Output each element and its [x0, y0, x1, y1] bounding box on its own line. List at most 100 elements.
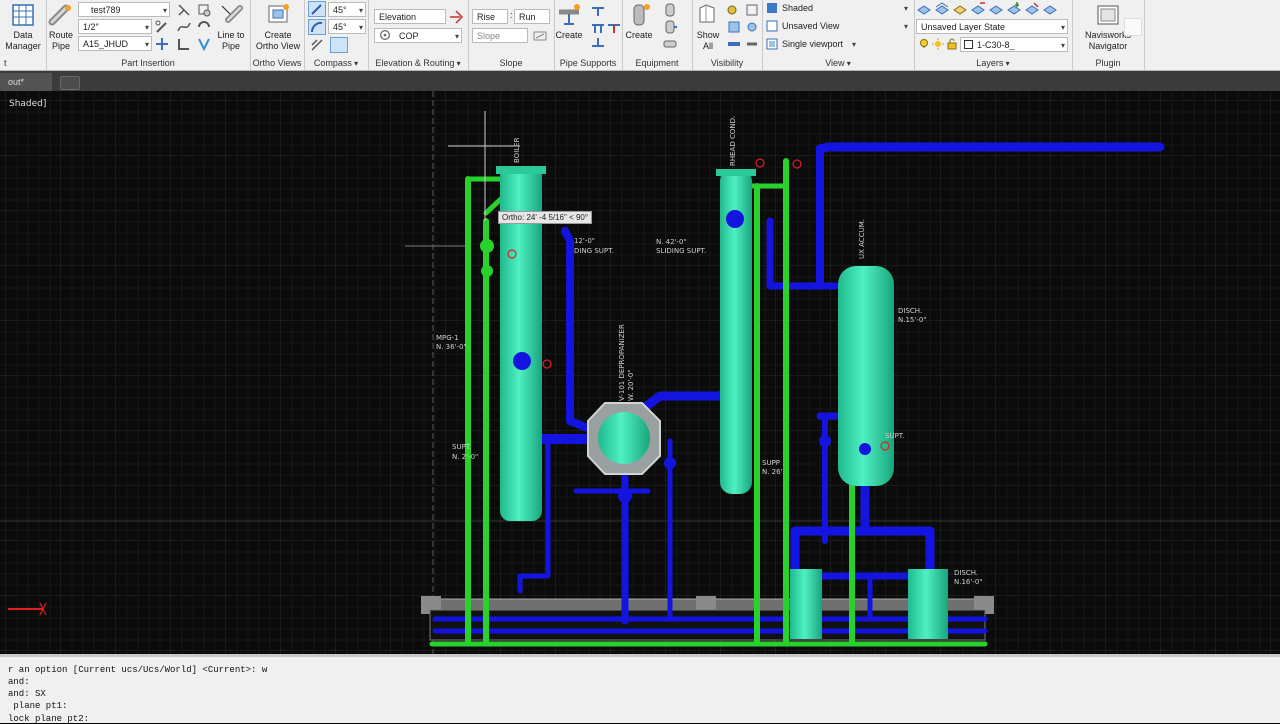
panel-label-elevation-routing[interactable]: Elevation & Routing: [368, 58, 468, 68]
panel-ortho-views: Create Ortho View Ortho Views: [250, 0, 305, 70]
support-tool-a-icon[interactable]: [590, 2, 606, 18]
drawing-viewport[interactable]: BOILER RHEAD COND. V-101 DEPROPANIZER W.…: [0, 91, 1280, 654]
viewport-combo[interactable]: Single viewport: [778, 37, 858, 52]
tag-combo[interactable]: A15_JHUD: [78, 36, 152, 51]
document-tab[interactable]: out*: [0, 73, 52, 91]
layer-a-icon[interactable]: [916, 1, 932, 17]
command-line-history[interactable]: r an option [Current ucs/Ucs/World] <Cur…: [0, 654, 1280, 724]
layer-f-icon[interactable]: [1006, 1, 1022, 17]
visual-style-label[interactable]: Shaded]: [9, 99, 46, 109]
size-edit-icon[interactable]: [154, 19, 170, 35]
layer-b-icon[interactable]: [934, 1, 950, 17]
rise-input[interactable]: Rise: [472, 9, 508, 24]
layer-g-icon[interactable]: [1024, 1, 1040, 17]
compass-toggle-b[interactable]: [308, 19, 326, 35]
visibility-b-icon[interactable]: [726, 19, 742, 35]
label-ding-supt: DING SUPT.: [574, 247, 614, 255]
spec-combo[interactable]: test789: [78, 2, 170, 17]
panel-label-compass[interactable]: Compass: [304, 58, 368, 68]
pipe-support-icon: [559, 4, 580, 25]
layer-c-icon[interactable]: [952, 1, 968, 17]
panel-visibility: Show All Visibility: [692, 0, 763, 70]
label-n42b: 12'-0": [574, 237, 595, 245]
data-manager-icon: [12, 4, 34, 26]
label-boiler: BOILER: [513, 137, 521, 163]
layer-e-icon[interactable]: [988, 1, 1004, 17]
visibility-a-icon[interactable]: [726, 2, 742, 18]
visual-style-combo[interactable]: Shaded: [778, 1, 910, 16]
compass-c-icon[interactable]: [309, 37, 325, 53]
viewport-config-icon: [766, 38, 778, 50]
label-depropanizer: V-101 DEPROPANIZER: [618, 324, 626, 401]
layer-h-icon[interactable]: [1042, 1, 1058, 17]
panel-elevation-routing: Elevation COP Elevation & Routing: [368, 0, 469, 70]
equipment-tool-b-icon[interactable]: [662, 19, 678, 35]
cop-icon: [379, 29, 391, 41]
show-all-icon: [699, 4, 715, 23]
layer-color-swatch: [964, 40, 973, 49]
data-manager-button[interactable]: Data Manager: [2, 2, 44, 52]
compass-toggle-a[interactable]: [308, 1, 326, 17]
panel-label-visibility: Visibility: [710, 58, 744, 68]
label-supt: SUPT.: [452, 443, 471, 451]
panel-label-ortho-views: Ortho Views: [252, 58, 302, 68]
create-ortho-view-button[interactable]: Create Ortho View: [255, 2, 301, 52]
navisworks-icon: [1097, 5, 1119, 25]
panel-part-insertion: Route Pipe test789 1/2" A15_JHUD Line to…: [46, 0, 251, 70]
visibility-d-icon[interactable]: [744, 2, 760, 18]
equipment-icon: [633, 4, 650, 26]
tool-e-icon[interactable]: [176, 36, 192, 52]
visibility-c-icon[interactable]: [726, 36, 742, 52]
run-input[interactable]: Run: [514, 9, 550, 24]
support-tool-c-icon[interactable]: [590, 36, 606, 52]
show-all-label: Show All: [696, 30, 720, 51]
layer-d-icon[interactable]: [970, 1, 986, 17]
new-tab-button[interactable]: [60, 76, 80, 90]
compass-angle2-combo[interactable]: 45°: [328, 19, 366, 34]
command-history-line: lock plane pt2:: [8, 714, 90, 724]
panel-label-view[interactable]: View: [762, 58, 914, 68]
panel-label-pipe-supports: Pipe Supports: [559, 58, 617, 68]
current-layer-combo[interactable]: 1-C30-8_: [960, 37, 1068, 52]
visibility-f-icon[interactable]: [744, 36, 760, 52]
panel-slope: Rise : Run Slope Slope: [468, 0, 555, 70]
slope-pick-icon[interactable]: [532, 28, 548, 44]
model-canvas[interactable]: BOILER RHEAD COND. V-101 DEPROPANIZER W.…: [0, 91, 1280, 654]
label-disch1: DISCH.: [898, 307, 922, 315]
data-manager-label: Data Manager: [5, 30, 41, 51]
tag-edit-icon[interactable]: [154, 36, 170, 52]
label-accum: UX ACCUM.: [858, 219, 866, 259]
panel-label-layers[interactable]: Layers: [914, 58, 1072, 68]
equipment-tool-a-icon[interactable]: [662, 2, 678, 18]
create-equipment-button[interactable]: Create: [619, 2, 659, 41]
command-history-line: and:: [8, 677, 30, 687]
create-pipe-support-label: Create: [555, 30, 583, 40]
compass-angle1-combo[interactable]: 45°: [328, 2, 366, 17]
route-pipe-button[interactable]: Route Pipe: [40, 2, 82, 52]
panel-label-home: t: [4, 58, 7, 68]
compass-b-icon: [310, 21, 323, 33]
slope-input[interactable]: Slope: [472, 28, 528, 43]
tool-c-icon[interactable]: [176, 19, 192, 35]
saved-view-combo[interactable]: Unsaved View: [778, 19, 910, 34]
create-equipment-label: Create: [625, 30, 653, 40]
ortho-tooltip: Ortho: 24' -4 5/16" < 90°: [498, 211, 593, 224]
visibility-e-icon[interactable]: [744, 19, 760, 35]
support-tool-b-icon[interactable]: [590, 19, 606, 35]
equipment-tool-c-icon[interactable]: [662, 36, 678, 52]
line-to-pipe-button[interactable]: Line to Pipe: [210, 2, 252, 52]
panel-pipe-supports: Create Pipe Supports: [554, 0, 623, 70]
elevation-pick-icon[interactable]: [448, 9, 464, 25]
label-sliding-supt: SLIDING SUPT.: [656, 247, 706, 255]
label-n42: N. 42'-0": [656, 238, 687, 246]
layer-state-combo[interactable]: Unsaved Layer State: [916, 19, 1068, 34]
elevation-input[interactable]: Elevation: [374, 9, 446, 24]
compass-snap-toggle[interactable]: [330, 37, 348, 53]
size-combo[interactable]: 1/2": [78, 19, 152, 34]
create-pipe-support-button[interactable]: Create: [549, 2, 589, 41]
route-pipe-icon: [48, 4, 71, 26]
ratio-separator: :: [510, 10, 513, 20]
show-all-button[interactable]: Show All: [688, 2, 728, 52]
tool-a-icon[interactable]: [176, 2, 192, 18]
label-disch1-el: N.15'-0": [898, 316, 927, 324]
